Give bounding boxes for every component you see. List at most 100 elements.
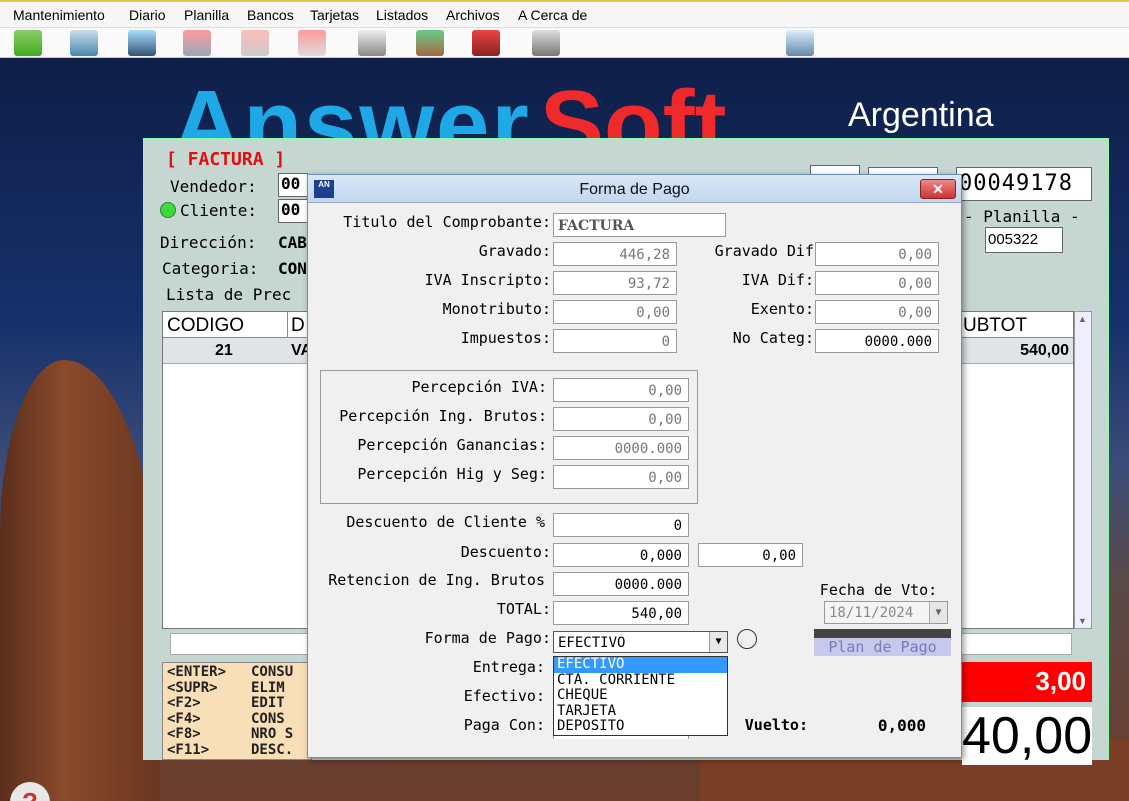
comprobante-numero: 00049178 bbox=[956, 167, 1092, 201]
red-total-box: 3,00 bbox=[962, 662, 1092, 702]
iva-dif-field[interactable]: 0,00 bbox=[815, 271, 939, 295]
shortcut-key: <F2> bbox=[167, 695, 201, 711]
big-total-display: 40,00 bbox=[962, 707, 1092, 765]
perc-ganancias-field[interactable]: 0000.000 bbox=[553, 436, 689, 460]
planilla-field[interactable]: 005322 bbox=[985, 227, 1063, 253]
forma-pago-select[interactable]: EFECTIVO ▼ bbox=[553, 631, 728, 653]
no-categ-field[interactable]: 0000.000 bbox=[815, 329, 939, 353]
menu-tarjetas[interactable]: Tarjetas bbox=[310, 7, 359, 23]
menu-archivos[interactable]: Archivos bbox=[446, 7, 500, 23]
shortcut-desc: DESC. bbox=[251, 741, 294, 758]
plan-pago-bar bbox=[814, 629, 951, 638]
stock-icon[interactable] bbox=[416, 30, 444, 56]
factura-title: [ FACTURA ] bbox=[166, 149, 286, 170]
scroll-down-icon[interactable]: ▼ bbox=[1078, 616, 1087, 626]
users-icon[interactable] bbox=[14, 30, 42, 56]
row-codigo: 21 bbox=[215, 342, 233, 359]
option-deposito[interactable]: DEPOSITO bbox=[554, 719, 727, 735]
menu-acerca[interactable]: A Cerca de bbox=[518, 7, 587, 23]
cliente-field[interactable]: 00 bbox=[278, 199, 308, 223]
gravado-field[interactable]: 446,28 bbox=[553, 242, 677, 266]
retencion-ib-field[interactable]: 0000.000 bbox=[553, 572, 689, 596]
descuento-field[interactable]: 0,000 bbox=[553, 543, 689, 567]
shortcut-key: <F8> bbox=[167, 726, 201, 742]
col-divider bbox=[287, 312, 288, 338]
total-field[interactable]: 540,00 bbox=[553, 601, 689, 625]
menu-listados[interactable]: Listados bbox=[376, 7, 428, 23]
vuelto-label: Vuelto: bbox=[744, 716, 808, 734]
col-subtotal[interactable]: UBTOT bbox=[963, 315, 1027, 337]
col-codigo[interactable]: CODIGO bbox=[167, 315, 244, 337]
shortcut-row: <SUPR> ELIM bbox=[167, 679, 311, 697]
monotributo-field[interactable]: 0,00 bbox=[553, 300, 677, 324]
radio-button[interactable] bbox=[737, 629, 757, 649]
report-icon[interactable] bbox=[183, 30, 211, 56]
exento-field[interactable]: 0,00 bbox=[815, 300, 939, 324]
entrega-label: Entrega: bbox=[472, 658, 545, 676]
lista-precios-label: Lista de Prec bbox=[166, 285, 292, 304]
grid-scrollbar[interactable]: ▲ ▼ bbox=[1074, 311, 1092, 629]
cart-icon[interactable] bbox=[358, 30, 386, 56]
boxes-icon[interactable] bbox=[532, 30, 560, 56]
perc-hig-field[interactable]: 0,00 bbox=[553, 465, 689, 489]
iva-inscripto-field[interactable]: 93,72 bbox=[553, 271, 677, 295]
scroll-up-icon[interactable]: ▲ bbox=[1078, 314, 1087, 324]
print-icon[interactable] bbox=[241, 30, 269, 56]
shortcut-row: <F2> EDIT bbox=[167, 695, 311, 712]
shortcut-key: <F4> bbox=[167, 710, 201, 727]
chevron-down-icon[interactable]: ▼ bbox=[709, 632, 727, 652]
plan-pago-button[interactable]: Plan de Pago bbox=[814, 638, 951, 656]
retencion-ib-label: Retencion de Ing. Brutos bbox=[328, 571, 545, 589]
option-cta-corriente[interactable]: CTA. CORRIENTE bbox=[554, 672, 727, 689]
cliente-status-icon bbox=[160, 202, 176, 218]
descuento-cliente-label: Descuento de Cliente % bbox=[346, 513, 545, 531]
tag-icon[interactable] bbox=[786, 30, 814, 56]
shortcut-row: <F11> DESC. bbox=[167, 741, 311, 759]
shortcut-row: <ENTER> CONSU bbox=[167, 664, 311, 681]
close-button[interactable]: ✕ bbox=[920, 179, 956, 199]
search-icon[interactable] bbox=[70, 30, 98, 56]
iva-dif-label: IVA Dif: bbox=[741, 271, 814, 289]
categoria-label: Categoria: bbox=[162, 259, 259, 278]
direccion-label: Dirección: bbox=[160, 233, 257, 252]
menu-bancos[interactable]: Bancos bbox=[247, 7, 294, 23]
descuento-cliente-field[interactable]: 0 bbox=[553, 513, 689, 537]
dialog-title: Forma de Pago bbox=[579, 181, 690, 198]
titulo-field[interactable]: FACTURA bbox=[553, 213, 726, 237]
vendedor-label: Vendedor: bbox=[170, 177, 257, 196]
option-cheque[interactable]: CHEQUE bbox=[554, 688, 727, 704]
shortcut-desc: ELIM bbox=[251, 679, 285, 696]
dialog-titlebar[interactable]: AN Forma de Pago ✕ bbox=[308, 175, 961, 203]
no-categ-label: No Categ: bbox=[732, 329, 814, 347]
fecha-vto-label: Fecha de Vto: bbox=[819, 581, 938, 599]
direccion-value: CAB bbox=[278, 233, 307, 252]
vendedor-field[interactable]: 00 bbox=[278, 173, 308, 197]
brand-country: Argentina bbox=[848, 96, 994, 134]
fecha-vto-field[interactable]: 18/11/2024 ▼ bbox=[824, 601, 948, 624]
shortcut-keys-panel: <ENTER> CONSU <SUPR> ELIM <F2> EDIT <F4>… bbox=[162, 662, 312, 760]
total-label: TOTAL: bbox=[496, 600, 551, 618]
forklift-icon[interactable] bbox=[472, 30, 500, 56]
perc-ib-field[interactable]: 0,00 bbox=[553, 407, 689, 431]
menu-mantenimiento[interactable]: Mantenimiento bbox=[13, 7, 105, 23]
perc-hig-label: Percepción Hig y Seg: bbox=[357, 465, 547, 483]
perc-iva-field[interactable]: 0,00 bbox=[553, 378, 689, 402]
vuelto-value: 0,000 bbox=[877, 716, 926, 735]
option-efectivo[interactable]: EFECTIVO bbox=[554, 656, 727, 673]
person-icon[interactable] bbox=[128, 30, 156, 56]
shortcut-desc: CONS bbox=[251, 710, 285, 727]
menu-diario[interactable]: Diario bbox=[129, 7, 166, 23]
gravado-dif-field[interactable]: 0,00 bbox=[815, 242, 939, 266]
menu-planilla[interactable]: Planilla bbox=[184, 7, 229, 23]
col-descripcion[interactable]: D bbox=[291, 315, 305, 337]
chevron-down-icon[interactable]: ▼ bbox=[929, 602, 947, 623]
print2-icon[interactable] bbox=[298, 30, 326, 56]
descuento-importe-field[interactable]: 0,00 bbox=[698, 543, 803, 567]
gravado-dif-label: Gravado Dif bbox=[714, 242, 814, 260]
forma-pago-label: Forma de Pago: bbox=[424, 629, 551, 647]
shortcut-desc: NRO S bbox=[251, 726, 294, 742]
shortcut-desc: CONSU bbox=[251, 664, 294, 680]
shortcut-row: <F4> CONS bbox=[167, 710, 311, 728]
option-tarjeta[interactable]: TARJETA bbox=[554, 703, 727, 720]
impuestos-field[interactable]: 0 bbox=[553, 329, 677, 353]
